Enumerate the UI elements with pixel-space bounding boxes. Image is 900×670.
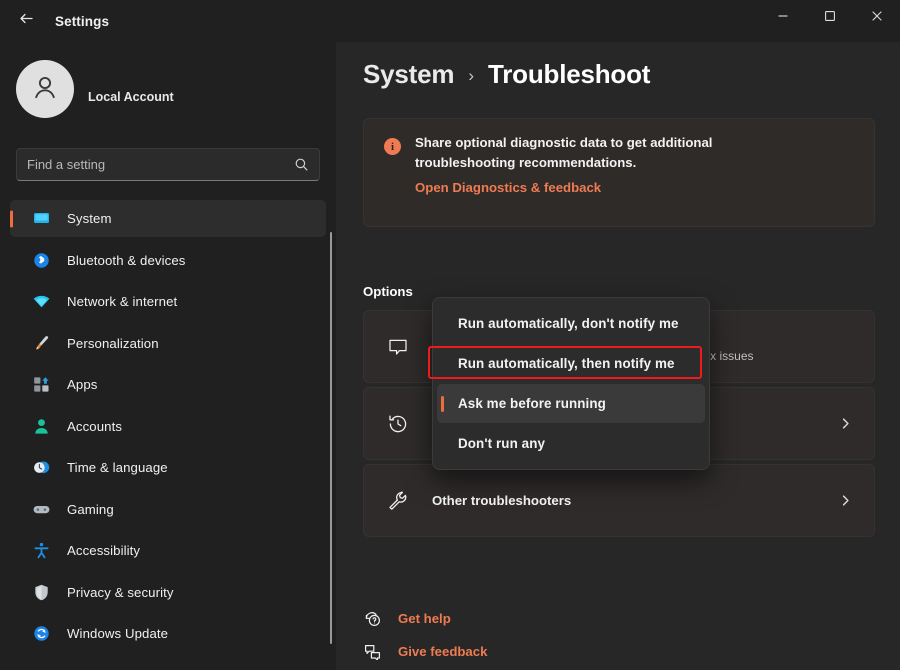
search-box[interactable]	[16, 148, 320, 181]
breadcrumb-parent[interactable]: System	[363, 59, 455, 90]
dropdown-option-dont-run-any[interactable]: Don't run any	[437, 424, 705, 463]
sidebar-item-label: Accessibility	[67, 543, 141, 558]
dropdown-option-run-automatically-dont-notify[interactable]: Run automatically, don't notify me	[437, 304, 705, 343]
sidebar-item-accounts[interactable]: Accounts	[10, 408, 326, 445]
help-icon	[363, 609, 381, 627]
sidebar-item-label: Bluetooth & devices	[67, 252, 186, 268]
sidebar-item-system[interactable]: System	[10, 200, 326, 237]
page-title: Troubleshoot	[487, 59, 651, 89]
footer-link-label: Get help	[398, 610, 451, 626]
sidebar-item-label: Apps	[67, 377, 98, 392]
window-controls	[759, 0, 900, 36]
troubleshooter-preference-dropdown: Run automatically, don't notify me Run a…	[432, 297, 710, 470]
sidebar-item-label: Personalization	[67, 335, 159, 351]
accessibility-icon	[32, 541, 51, 560]
title-bar: Settings	[0, 0, 900, 42]
shield-icon	[32, 583, 51, 602]
person-icon	[32, 417, 51, 436]
chevron-right-icon: ›	[468, 66, 474, 85]
sidebar-item-time-language[interactable]: Time & language	[10, 449, 326, 486]
speech-bubble-icon	[386, 335, 410, 359]
account-type: Local Account	[88, 89, 174, 104]
monitor-icon	[32, 209, 51, 228]
row-title: Other troubleshooters	[432, 493, 572, 508]
diagnostic-banner: i Share optional diagnostic data to get …	[363, 118, 875, 227]
dropdown-option-ask-me-before-running[interactable]: Ask me before running	[437, 384, 705, 423]
banner-text: Share optional diagnostic data to get ad…	[415, 135, 713, 170]
give-feedback-link[interactable]: Give feedback	[363, 642, 487, 660]
dropdown-option-label: Don't run any	[458, 436, 546, 451]
sidebar-item-label: Privacy & security	[67, 584, 174, 600]
sidebar-item-bluetooth-devices[interactable]: Bluetooth & devices	[10, 242, 326, 279]
back-button[interactable]	[8, 5, 44, 37]
sidebar-item-windows-update[interactable]: Windows Update	[10, 615, 326, 652]
sidebar: Local Account System	[0, 42, 336, 670]
history-clock-icon	[386, 412, 410, 436]
refresh-icon	[32, 624, 51, 643]
avatar	[16, 60, 74, 118]
back-arrow-icon	[18, 10, 35, 32]
close-button[interactable]	[853, 0, 900, 36]
get-help-link[interactable]: Get help	[363, 609, 487, 627]
chevron-right-icon	[839, 494, 852, 507]
dropdown-option-label: Run automatically, then notify me	[458, 356, 675, 371]
breadcrumb: System › Troubleshoot	[363, 59, 650, 90]
maximize-button[interactable]	[806, 0, 853, 36]
row-other-troubleshooters[interactable]: Other troubleshooters	[363, 464, 875, 537]
wrench-icon	[386, 489, 410, 513]
sidebar-item-accessibility[interactable]: Accessibility	[10, 532, 326, 569]
feedback-icon	[363, 642, 381, 660]
sidebar-item-personalization[interactable]: Personalization	[10, 325, 326, 362]
person-avatar-icon	[30, 72, 60, 107]
sidebar-item-apps[interactable]: Apps	[10, 366, 326, 403]
sidebar-item-label: Time & language	[67, 460, 168, 475]
sidebar-item-label: Gaming	[67, 501, 114, 517]
sidebar-item-label: System	[67, 211, 112, 226]
dropdown-option-label: Ask me before running	[458, 396, 606, 411]
close-icon	[871, 9, 883, 27]
maximize-icon	[824, 9, 836, 27]
paintbrush-icon	[32, 334, 51, 353]
account-block[interactable]: Local Account	[16, 60, 174, 118]
sidebar-item-privacy-security[interactable]: Privacy & security	[10, 574, 326, 611]
main-content: System › Troubleshoot i Share optional d…	[336, 42, 900, 670]
dropdown-option-run-automatically-then-notify[interactable]: Run automatically, then notify me	[437, 344, 705, 383]
sidebar-item-network-internet[interactable]: Network & internet	[10, 283, 326, 320]
open-diagnostics-feedback-link[interactable]: Open Diagnostics & feedback	[415, 180, 601, 195]
sidebar-nav: System Bluetooth & devices Network & int…	[10, 200, 326, 670]
account-name	[88, 73, 136, 87]
bluetooth-icon	[32, 251, 51, 270]
info-icon: i	[384, 138, 401, 155]
sidebar-scrollbar[interactable]	[330, 232, 332, 644]
section-title-options: Options	[363, 284, 413, 299]
footer-link-label: Give feedback	[398, 643, 488, 659]
sidebar-item-gaming[interactable]: Gaming	[10, 491, 326, 528]
apps-grid-icon	[32, 375, 51, 394]
dropdown-option-label: Run automatically, don't notify me	[458, 316, 679, 331]
minimize-icon	[777, 9, 789, 27]
search-input[interactable]	[27, 157, 294, 172]
clock-icon	[32, 458, 51, 477]
sidebar-item-label: Windows Update	[67, 626, 169, 641]
settings-window: Settings Local Account Find a setting Sy…	[0, 0, 900, 670]
minimize-button[interactable]	[759, 0, 806, 36]
footer-links: Get help Give feedback	[363, 609, 487, 660]
wifi-icon	[32, 292, 51, 311]
sidebar-item-label: Network & internet	[67, 294, 178, 309]
chevron-right-icon	[839, 417, 852, 430]
search-icon	[294, 157, 309, 172]
app-title: Settings	[55, 14, 110, 29]
gamepad-icon	[32, 500, 51, 519]
sidebar-item-label: Accounts	[67, 418, 123, 434]
